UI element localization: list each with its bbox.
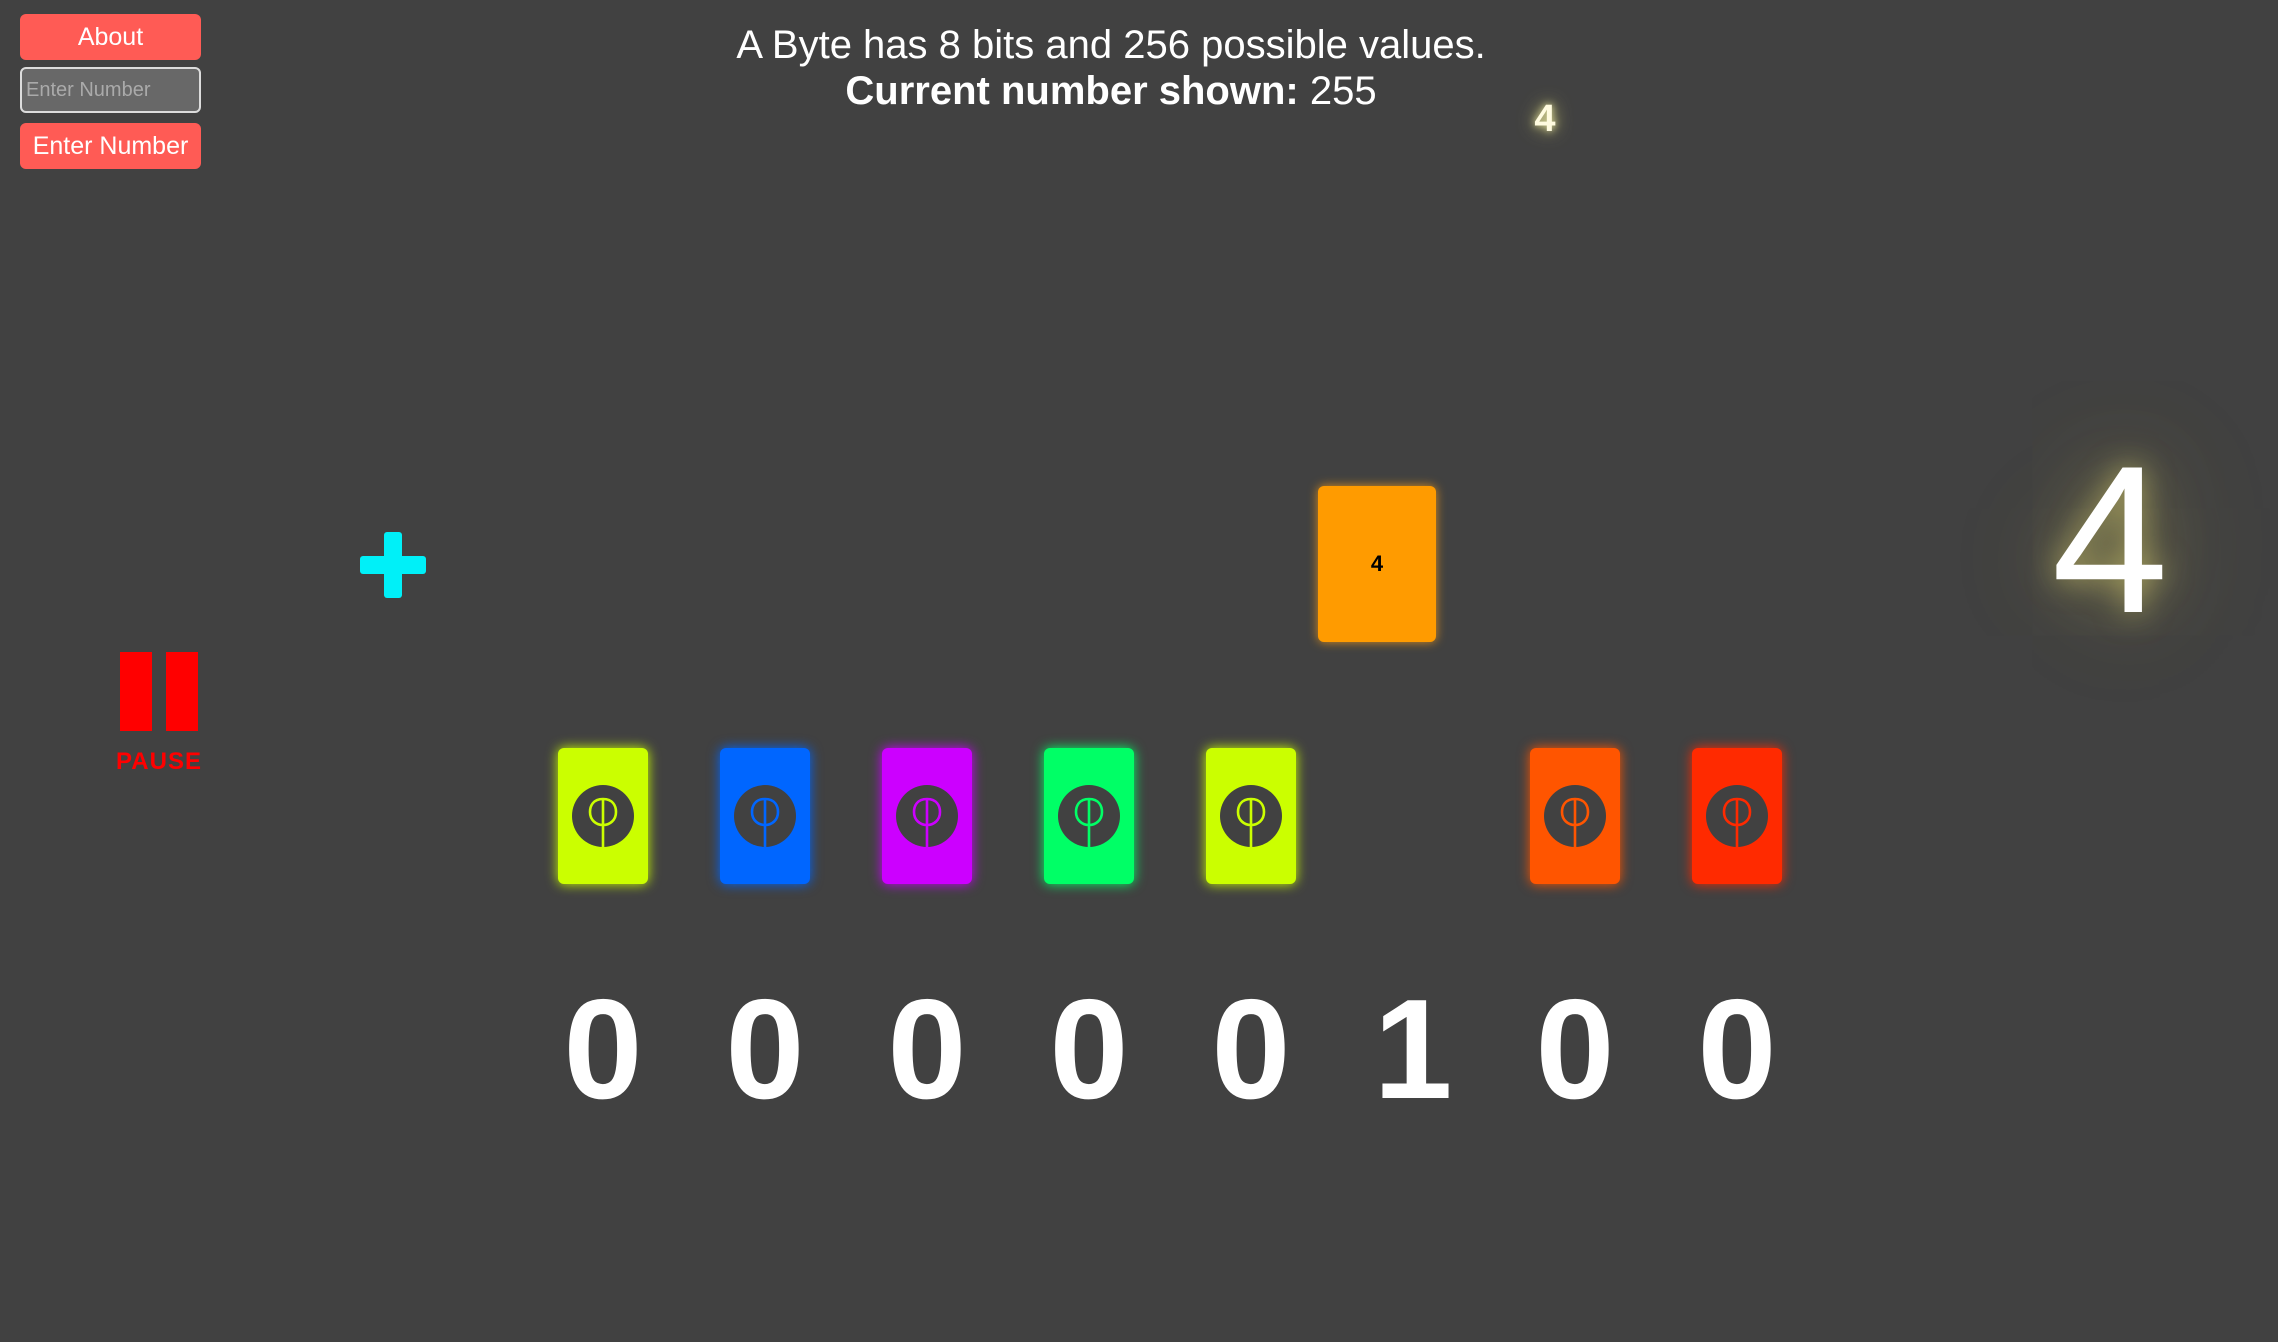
current-number-line: Current number shown: 255 <box>0 68 2222 114</box>
bit-card-1[interactable] <box>720 748 810 884</box>
phi-circle-icon <box>572 785 634 847</box>
bit-card-0[interactable] <box>558 748 648 884</box>
bit-digit-3: 0 <box>1049 970 1129 1129</box>
phi-circle-icon <box>896 785 958 847</box>
bit-digit-5: 1 <box>1373 970 1453 1129</box>
byte-app: About Enter Number A Byte has 8 bits and… <box>0 0 2278 1342</box>
falling-value-card: 4 <box>1318 486 1436 642</box>
phi-circle-icon <box>1058 785 1120 847</box>
enter-number-button[interactable]: Enter Number <box>20 123 201 169</box>
small-value-indicator: 4 <box>1534 98 1556 140</box>
phi-circle-icon <box>734 785 796 847</box>
current-number-value: 255 <box>1309 69 1377 113</box>
phi-circle-icon <box>1544 785 1606 847</box>
bit-card-4[interactable] <box>1206 748 1296 884</box>
big-value-display: 4 <box>2051 422 2169 657</box>
bit-digit-1: 0 <box>725 970 805 1129</box>
byte-description: A Byte has 8 bits and 256 possible value… <box>736 23 1486 67</box>
bit-digit-0: 0 <box>563 970 643 1129</box>
bit-digit-4: 0 <box>1211 970 1291 1129</box>
bit-digit-7: 0 <box>1697 970 1777 1129</box>
bit-card-3[interactable] <box>1044 748 1134 884</box>
bit-digit-6: 0 <box>1535 970 1615 1129</box>
header: A Byte has 8 bits and 256 possible value… <box>0 22 2222 114</box>
phi-circle-icon <box>1706 785 1768 847</box>
pause-label: PAUSE <box>116 748 202 775</box>
pause-button[interactable]: PAUSE <box>114 652 204 778</box>
current-number-label: Current number shown: <box>845 69 1299 113</box>
plus-icon <box>360 532 426 598</box>
pause-icon <box>120 652 152 731</box>
bit-digit-2: 0 <box>887 970 967 1129</box>
bit-card-7[interactable] <box>1692 748 1782 884</box>
phi-circle-icon <box>1220 785 1282 847</box>
bit-card-2[interactable] <box>882 748 972 884</box>
bit-card-6[interactable] <box>1530 748 1620 884</box>
